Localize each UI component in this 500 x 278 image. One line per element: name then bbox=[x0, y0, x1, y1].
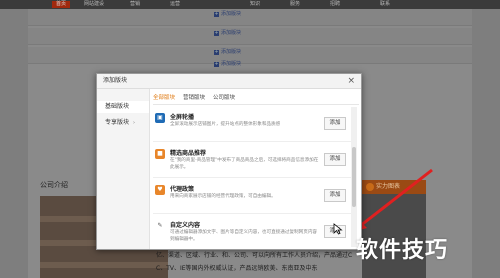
list-item: ▣ 全屏轮播 全屏滚动展示店铺图片，提升站点的整体形象和品质感 添加 bbox=[153, 107, 351, 142]
block-description: 全屏滚动展示店铺图片，提升站点的整体形象和品质感 bbox=[170, 122, 281, 127]
image-icon: ▣ bbox=[155, 113, 165, 123]
tab-all[interactable]: 全部版块 bbox=[153, 93, 175, 103]
add-block-link[interactable]: + 添加版块 bbox=[214, 10, 241, 18]
plus-icon: + bbox=[214, 61, 219, 67]
block-list: ▣ 全屏轮播 全屏滚动展示店铺图片，提升站点的整体形象和品质感 添加 ■ 精选商… bbox=[153, 107, 351, 249]
background-row bbox=[28, 28, 472, 45]
tab-divider bbox=[153, 104, 359, 105]
cta-button[interactable]: 实力图表 bbox=[362, 180, 426, 194]
watermark: 软件技巧 bbox=[356, 238, 449, 263]
block-description: 可通过编辑器添加文字、图片等自定义内容，也可直接通过复制网页内容到编辑器中。 bbox=[170, 230, 318, 242]
dialog-header: 添加版块 × bbox=[97, 74, 361, 89]
scrollbar-thumb[interactable] bbox=[352, 147, 356, 207]
add-block-dialog: 添加版块 × 基础版块 专享版块 › 全部版块 营销版块 公司版块 ▣ 全屏轮播 … bbox=[96, 73, 362, 250]
nav-tab[interactable]: 营销 bbox=[130, 1, 140, 8]
block-name: 自定义内容 bbox=[170, 222, 201, 229]
tab-marketing[interactable]: 营销版块 bbox=[183, 93, 205, 103]
nav-tab[interactable]: 联系 bbox=[380, 1, 390, 8]
block-name: 全屏轮播 bbox=[170, 114, 195, 121]
chevron-right-icon: › bbox=[133, 120, 136, 126]
list-item: ♥ 代理政策 用来向商家展示店铺的经营代理政策，可自由编辑。 添加 bbox=[153, 179, 351, 214]
dialog-title: 添加版块 bbox=[103, 77, 128, 84]
nav-tab-home[interactable]: 首页 bbox=[52, 1, 71, 8]
add-block-link[interactable]: + 添加版块 bbox=[214, 60, 241, 68]
mouse-cursor-icon bbox=[333, 223, 343, 235]
block-description: 在"我的商里-商品管理"中发布了商品商品之后，可选择将商品信息添加在此展示。 bbox=[170, 158, 319, 170]
list-item: ■ 精选商品推荐 在"我的商里-商品管理"中发布了商品商品之后，可选择将商品信息… bbox=[153, 143, 351, 178]
plus-icon: + bbox=[214, 30, 219, 36]
add-block-link[interactable]: + 添加版块 bbox=[214, 29, 241, 37]
nav-tab[interactable]: 招聘 bbox=[330, 1, 340, 8]
intro-text: 亿、渠道、区域、行业、和、公司、可以向所有工作人员介绍，产品通过C bbox=[156, 252, 353, 259]
nav-tab[interactable]: 网站建设 bbox=[84, 1, 104, 8]
company-intro-title: 公司介绍 bbox=[40, 181, 68, 189]
nav-tab[interactable]: 知识 bbox=[250, 1, 260, 8]
badge-icon bbox=[366, 183, 374, 191]
box-icon: ■ bbox=[155, 149, 165, 159]
background-row bbox=[28, 9, 472, 26]
background-top-nav: 首页 网站建设 营销 运营 知识 服务 招聘 联系 bbox=[0, 0, 500, 9]
background-row bbox=[28, 47, 472, 64]
tab-company[interactable]: 公司版块 bbox=[213, 93, 235, 103]
block-description: 用来向商家展示店铺的经营代理政策，可自由编辑。 bbox=[170, 194, 276, 199]
add-button[interactable]: 添加 bbox=[324, 153, 346, 166]
add-block-link[interactable]: + 添加版块 bbox=[214, 48, 241, 56]
add-button[interactable]: 添加 bbox=[324, 189, 346, 202]
nav-tab[interactable]: 运营 bbox=[170, 1, 180, 8]
plus-icon: + bbox=[214, 49, 219, 55]
list-scrollbar[interactable] bbox=[351, 107, 357, 247]
heart-icon: ♥ bbox=[155, 185, 165, 195]
block-category-sidebar: 基础版块 专享版块 › bbox=[97, 89, 150, 249]
sidebar-item-exclusive[interactable]: 专享版块 › bbox=[97, 117, 149, 129]
add-button[interactable]: 添加 bbox=[324, 117, 346, 130]
nav-tab[interactable]: 服务 bbox=[290, 1, 300, 8]
intro-text: C、TV、IE等国内外权威认证，产品远销欧美、东南亚及中东 bbox=[156, 265, 318, 272]
plus-icon: + bbox=[214, 11, 219, 17]
list-item: ✎ 自定义内容 可通过编辑器添加文字、图片等自定义内容，也可直接通过复制网页内容… bbox=[153, 215, 351, 249]
block-name: 精选商品推荐 bbox=[170, 150, 207, 157]
sidebar-item-basic[interactable]: 基础版块 bbox=[97, 101, 149, 113]
pencil-icon: ✎ bbox=[155, 221, 165, 231]
close-icon[interactable]: × bbox=[347, 75, 355, 87]
block-name: 代理政策 bbox=[170, 186, 195, 193]
